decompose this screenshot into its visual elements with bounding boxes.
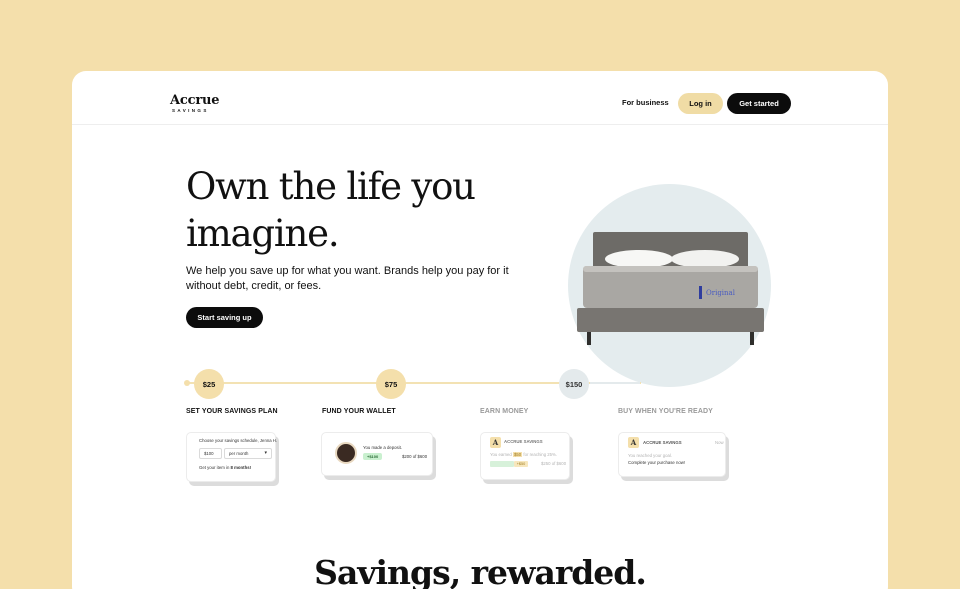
buy-brand: ACCRUE SAVINGS [643, 440, 682, 445]
fund-wallet-card: You made a deposit. +$100 $200 of $600 [321, 432, 433, 476]
hero-headline: Own the life you imagine. [186, 163, 476, 257]
accrue-logo[interactable]: Accrue SAVINGS [170, 94, 219, 113]
get-started-button[interactable]: Get started [727, 93, 791, 114]
timeline-start-dot [184, 380, 190, 386]
accrue-a-icon: A [490, 437, 501, 448]
earn-money-card: A ACCRUE SAVINGS You earned $50 for reac… [480, 432, 570, 480]
start-saving-button[interactable]: Start saving up [186, 307, 263, 328]
product-label: Original [706, 289, 736, 297]
step-title-buy: BUY WHEN YOU'RE READY [618, 408, 713, 415]
step-title-wallet: FUND YOUR WALLET [322, 408, 396, 415]
for-business-link[interactable]: For business [622, 98, 669, 107]
hero-subtitle: We help you save up for what you want. B… [186, 265, 509, 292]
earn-progress-filled [490, 461, 514, 467]
logo-wordmark: Accrue [170, 93, 220, 108]
timeline-amount-1: $25 [194, 369, 224, 399]
earn-message-post: for reaching 25%. [522, 452, 558, 457]
timeline-amount-3: $150 [559, 369, 589, 399]
accrue-a-icon: A [628, 437, 639, 448]
chevron-down-icon: ▾ [264, 450, 267, 456]
buy-time: Now [715, 440, 724, 445]
timeline-track-future [590, 382, 640, 384]
earn-bonus-badge: +$50 [514, 461, 528, 467]
earn-message: You earned $50 for reaching 25%. [490, 452, 557, 457]
plan-amount-field[interactable]: $100 [199, 448, 222, 459]
wallet-progress: $200 of $600 [402, 454, 428, 459]
timeline-amount-2: $75 [376, 369, 406, 399]
plan-result-duration: 8 months! [230, 465, 252, 470]
earn-amount: $50 [513, 452, 523, 457]
plan-result: Get your item in 8 months! [199, 465, 251, 470]
avatar [335, 442, 357, 464]
plan-frequency-value: per month [229, 451, 249, 456]
step-title-plan: SET YOUR SAVINGS PLAN [186, 408, 278, 415]
deposit-badge: +$100 [363, 453, 383, 460]
mattress-bed-image: Original [577, 232, 764, 345]
savings-plan-card: Choose your savings schedule, Jenna H. $… [186, 432, 278, 482]
page-card: Accrue SAVINGS For business Log in Get s… [72, 71, 888, 589]
login-button[interactable]: Log in [678, 93, 723, 114]
hero-headline-line2: imagine. [186, 212, 340, 255]
plan-frequency-select[interactable]: per month ▾ [224, 448, 272, 459]
wallet-message: You made a deposit. [363, 445, 403, 450]
earn-brand: ACCRUE SAVINGS [504, 439, 543, 444]
plan-prompt: Choose your savings schedule, Jenna H. [199, 438, 278, 443]
buy-ready-card: A ACCRUE SAVINGS Now You reached your go… [618, 432, 726, 477]
plan-result-prefix: Get your item in [199, 465, 231, 470]
logo-subtitle: SAVINGS [172, 108, 209, 113]
section-heading: Savings, rewarded. [314, 553, 647, 589]
earn-message-pre: You earned [490, 452, 514, 457]
hero-headline-line1: Own the life you [186, 165, 476, 208]
step-title-earn: EARN MONEY [480, 408, 529, 415]
plan-amount-value: $100 [204, 451, 214, 456]
buy-line2: Complete your purchase now! [628, 460, 686, 465]
buy-line1: You reached your goal. [628, 453, 673, 458]
earn-progress-text: $250 of $600 [541, 461, 567, 466]
top-nav: Accrue SAVINGS For business Log in Get s… [72, 71, 888, 125]
